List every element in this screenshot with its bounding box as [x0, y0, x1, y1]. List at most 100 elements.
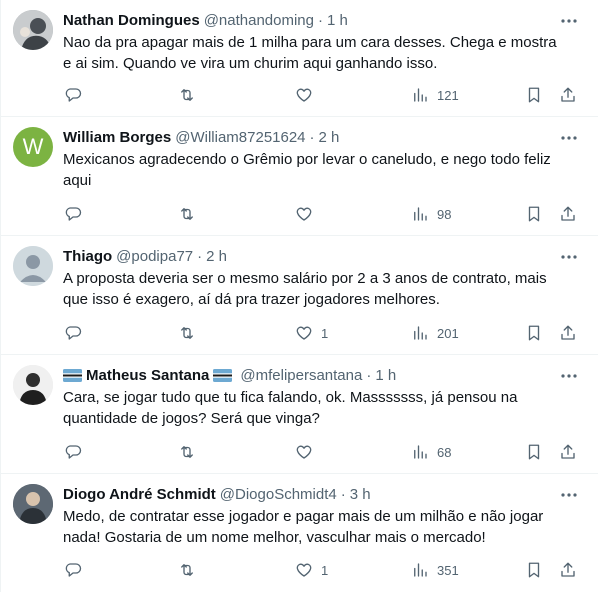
retweet-button[interactable]	[178, 323, 196, 343]
share-button[interactable]	[559, 204, 577, 224]
bookmark-button[interactable]	[525, 85, 543, 105]
share-icon	[561, 87, 575, 102]
views-icon	[414, 326, 427, 340]
tweet-header: Thiago @podipa77 · 2 h	[63, 246, 558, 266]
tweet-header: Diogo André Schmidt @DiogoSchmidt4 · 3 h	[63, 484, 558, 504]
share-button[interactable]	[559, 323, 577, 343]
tweet[interactable]: W William Borges @William87251624 · 2 h …	[1, 117, 598, 236]
heart-icon	[296, 563, 312, 577]
retweet-button[interactable]	[178, 85, 196, 105]
view-count: 351	[437, 562, 459, 578]
share-button[interactable]	[559, 560, 577, 580]
separator: ·	[318, 11, 323, 29]
tweet[interactable]: Diogo André Schmidt @DiogoSchmidt4 · 3 h…	[1, 474, 598, 592]
author-handle[interactable]: @nathandoming	[204, 12, 314, 29]
separator: ·	[340, 485, 346, 503]
timestamp[interactable]: 2 h	[319, 129, 340, 146]
author-handle[interactable]: @podipa77	[116, 248, 193, 265]
tweet[interactable]: Nathan Domingues @nathandoming · 1 h Nao…	[1, 0, 598, 117]
author-handle[interactable]: @mfelipersantana	[240, 367, 362, 384]
reply-button[interactable]	[64, 323, 82, 343]
reply-icon	[65, 88, 82, 102]
more-options-icon[interactable]	[560, 129, 578, 147]
tweet-header: William Borges @William87251624 · 2 h	[63, 127, 558, 147]
avatar[interactable]: W	[13, 127, 53, 167]
bookmark-button[interactable]	[525, 204, 543, 224]
bookmark-icon	[528, 325, 540, 341]
author-name[interactable]: Matheus Santana	[86, 367, 209, 384]
bookmark-button[interactable]	[525, 442, 543, 462]
action-bar: 1 201	[1, 323, 598, 343]
retweet-button[interactable]	[178, 204, 196, 224]
timestamp[interactable]: 3 h	[350, 486, 371, 503]
tweet[interactable]: Matheus Santana @mfelipersantana · 1 h C…	[1, 355, 598, 474]
retweet-button[interactable]	[178, 560, 196, 580]
views-button[interactable]: 121	[411, 85, 459, 105]
bookmark-button[interactable]	[525, 560, 543, 580]
tweet[interactable]: Thiago @podipa77 · 2 h A proposta deveri…	[1, 236, 598, 355]
like-button[interactable]: 1	[295, 323, 328, 343]
author-handle[interactable]: @William87251624	[175, 129, 305, 146]
author-name[interactable]: William Borges	[63, 129, 171, 146]
timestamp[interactable]: 1 h	[375, 367, 396, 384]
avatar-photo	[13, 484, 53, 524]
share-icon	[561, 562, 575, 577]
share-button[interactable]	[559, 85, 577, 105]
reply-icon	[65, 563, 82, 577]
share-button[interactable]	[559, 442, 577, 462]
tweet-header: Matheus Santana @mfelipersantana · 1 h	[63, 365, 558, 385]
like-button[interactable]: 1	[295, 560, 328, 580]
like-button[interactable]	[295, 204, 321, 224]
tweet-text: A proposta deveria ser o mesmo salário p…	[63, 270, 547, 308]
separator: ·	[366, 366, 372, 384]
heart-icon	[296, 326, 312, 340]
views-button[interactable]: 98	[411, 204, 451, 224]
like-button[interactable]	[295, 442, 321, 462]
like-count: 1	[321, 562, 329, 578]
avatar[interactable]	[13, 10, 53, 50]
retweet-icon	[181, 208, 193, 220]
retweet-button[interactable]	[178, 442, 196, 462]
reply-button[interactable]	[64, 442, 82, 462]
view-count: 121	[437, 87, 459, 103]
more-options-icon[interactable]	[560, 248, 578, 266]
bookmark-icon	[528, 87, 540, 103]
share-icon	[561, 444, 575, 459]
reply-button[interactable]	[64, 560, 82, 580]
views-button[interactable]: 68	[411, 442, 451, 462]
avatar-letter: W	[22, 134, 44, 159]
heart-icon	[296, 88, 312, 102]
author-name[interactable]: Thiago	[63, 248, 112, 265]
author-handle[interactable]: @DiogoSchmidt4	[220, 486, 337, 503]
like-button[interactable]	[295, 85, 321, 105]
views-button[interactable]: 201	[411, 323, 459, 343]
tweet-text: Medo, de contratar esse jogador e pagar …	[63, 508, 544, 546]
bookmark-button[interactable]	[525, 323, 543, 343]
avatar-photo	[13, 365, 53, 405]
retweet-icon	[181, 89, 193, 101]
more-options-icon[interactable]	[560, 12, 578, 30]
reply-icon	[65, 445, 82, 459]
reply-button[interactable]	[64, 204, 82, 224]
timestamp[interactable]: 1 h	[327, 12, 348, 29]
retweet-icon	[181, 564, 193, 576]
avatar[interactable]	[13, 484, 53, 524]
separator: ·	[309, 128, 315, 146]
bookmark-icon	[528, 562, 540, 578]
author-name[interactable]: Diogo André Schmidt	[63, 486, 216, 503]
avatar[interactable]	[13, 246, 53, 286]
avatar[interactable]	[13, 365, 53, 405]
action-bar: 1 351	[1, 560, 598, 580]
more-options-icon[interactable]	[560, 486, 578, 504]
like-count: 1	[321, 325, 329, 341]
views-button[interactable]: 351	[411, 560, 459, 580]
more-options-icon[interactable]	[560, 367, 578, 385]
author-name[interactable]: Nathan Domingues	[63, 12, 200, 29]
reply-button[interactable]	[64, 85, 82, 105]
flag-icon	[63, 368, 82, 382]
tweet-text: Mexicanos agradecendo o Grêmio por levar…	[63, 151, 551, 189]
retweet-icon	[181, 446, 193, 458]
default-avatar-icon	[13, 246, 53, 286]
share-icon	[561, 206, 575, 221]
timestamp[interactable]: 2 h	[206, 248, 227, 265]
